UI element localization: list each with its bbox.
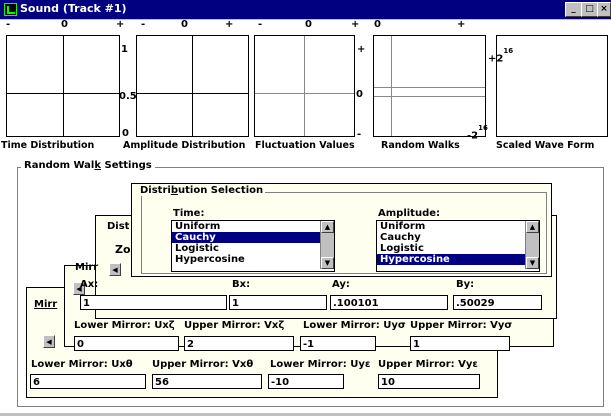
amplitude-distribution-list[interactable]: Uniform Cauchy Logistic Hypercosine ▲ ▼	[376, 220, 540, 272]
amplitude-distribution-plot	[136, 35, 249, 137]
scroll-up-arrow-icon[interactable]: ▲	[526, 221, 539, 233]
scroll-up-arrow-icon[interactable]: ▲	[321, 221, 334, 233]
lower-mirror-uy-label: Lower Mirror: Uyσ	[303, 320, 406, 331]
minimize-button[interactable]: _	[565, 2, 582, 17]
upper-mirror-vx-theta-input[interactable]: 56	[152, 374, 262, 389]
list-item[interactable]: Hypercosine	[172, 254, 334, 265]
lower-mirror-uy-input[interactable]: -1	[300, 336, 376, 351]
upper-mirror-vy-label: Upper Mirror: Vyσ	[410, 320, 513, 331]
mirror-label-2: Mirr	[34, 299, 58, 310]
list-item[interactable]: Logistic	[377, 243, 539, 254]
lower-mirror-ux-label: Lower Mirror: Uxζ	[74, 320, 175, 331]
lower-mirror-ux-theta-label: Lower Mirror: Uxθ	[31, 359, 133, 370]
mirror-label-1: Mirr	[75, 262, 99, 273]
amplitude-list-scrollbar[interactable]: ▲ ▼	[525, 221, 539, 269]
title-bar[interactable]: Sound (Track #1) _ □ ×	[0, 0, 611, 19]
random-walks-plot	[373, 35, 486, 137]
lower-mirror-uy-eps-input[interactable]: -10	[268, 374, 344, 389]
ay-label: Ay:	[332, 279, 350, 290]
distribution-selection-title: Distribution Selection	[138, 185, 266, 196]
time-list-scrollbar[interactable]: ▲ ▼	[320, 221, 334, 269]
scroll-left-button[interactable]: ◀	[43, 335, 55, 348]
fluct-scale-bottom: -	[357, 129, 362, 140]
by-label: By:	[456, 279, 475, 290]
list-item[interactable]: Uniform	[377, 221, 539, 232]
bx-input[interactable]: 1	[229, 295, 327, 310]
window-title: Sound (Track #1)	[20, 2, 127, 15]
time-distribution-list[interactable]: Uniform Cauchy Logistic Hypercosine ▲ ▼	[171, 220, 335, 272]
by-input[interactable]: .50029	[453, 295, 542, 310]
list-item-selected[interactable]: Hypercosine	[377, 254, 539, 265]
fluct-scale-top: +	[357, 44, 366, 55]
time-distribution-caption: Time Distribution	[1, 140, 95, 151]
distribution-label-back: Dist	[107, 221, 130, 232]
amp-scale-bottom: 0	[122, 128, 129, 139]
upper-mirror-vx-theta-label: Upper Mirror: Vxθ	[152, 359, 254, 370]
lower-mirror-ux-input[interactable]: 0	[74, 336, 179, 351]
random-walks-caption: Random Walks	[381, 140, 460, 151]
scaled-wave-form-caption: Scaled Wave Form	[496, 140, 595, 151]
lower-mirror-uy-eps-label: Lower Mirror: Uyε	[270, 359, 371, 370]
amp-scale-top: 1	[121, 44, 128, 55]
upper-mirror-vy-input[interactable]: 1	[410, 336, 510, 351]
time-label: Time:	[173, 208, 205, 219]
time-distribution-plot	[6, 35, 120, 137]
upper-mirror-vx-label: Upper Mirror: Vxζ	[184, 320, 285, 331]
upper-mirror-vx-input[interactable]: 2	[184, 336, 294, 351]
ax-label: Ax:	[80, 279, 99, 290]
ay-input[interactable]: .100101	[330, 295, 448, 310]
list-item[interactable]: Uniform	[172, 221, 334, 232]
list-item-selected[interactable]: Cauchy	[172, 232, 334, 243]
maximize-button[interactable]: □	[581, 2, 598, 17]
list-item[interactable]: Cauchy	[377, 232, 539, 243]
distribution-selection-panel[interactable]: Distribution Selection Time: Uniform Cau…	[131, 183, 552, 277]
close-button[interactable]: ×	[597, 2, 611, 17]
scroll-down-arrow-icon[interactable]: ▼	[526, 257, 539, 269]
upper-mirror-vy-eps-label: Upper Mirror: Vyε	[378, 359, 478, 370]
fluctuation-values-caption: Fluctuation Values	[255, 140, 355, 151]
amp-scale-mid: 0.5	[119, 91, 137, 102]
lower-mirror-ux-theta-input[interactable]: 6	[30, 374, 146, 389]
random-walk-settings-title: Random Walk Settings	[21, 160, 155, 171]
scroll-left-button[interactable]: ◀	[109, 263, 121, 276]
amplitude-distribution-caption: Amplitude Distribution	[123, 140, 246, 151]
fluct-scale-mid: 0	[356, 89, 363, 100]
walk-scale-bottom: -216	[467, 124, 488, 142]
zoom-label: Zo	[115, 243, 131, 256]
walk-scale-top: +216	[488, 47, 514, 65]
scroll-down-arrow-icon[interactable]: ▼	[321, 257, 334, 269]
list-item[interactable]: Logistic	[172, 243, 334, 254]
bx-label: Bx:	[232, 279, 251, 290]
fluctuation-values-plot	[254, 35, 355, 137]
app-icon	[4, 3, 17, 16]
upper-mirror-vy-eps-input[interactable]: 10	[378, 374, 480, 389]
amplitude-label: Amplitude:	[378, 208, 441, 219]
ax-input[interactable]: 1	[80, 295, 227, 310]
